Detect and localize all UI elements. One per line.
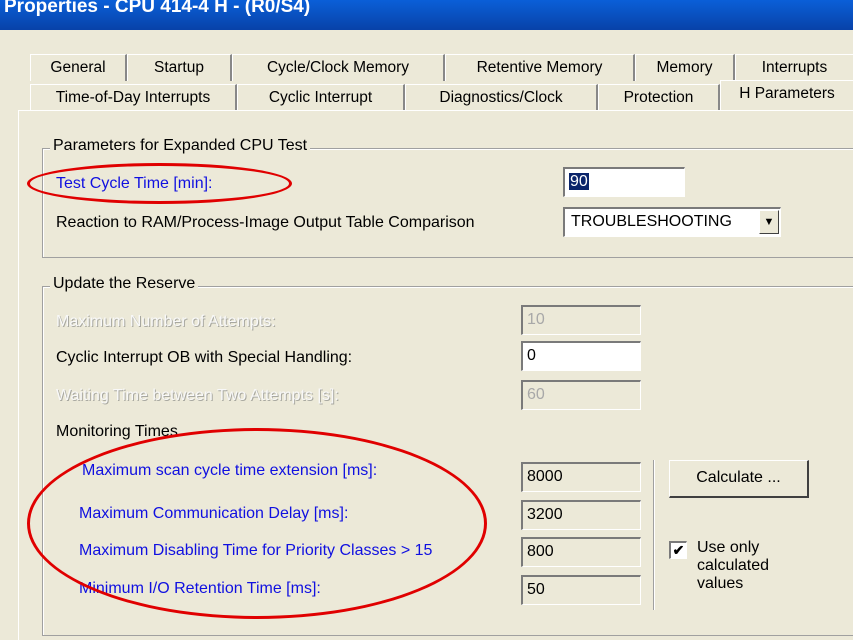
test-cycle-time-input[interactable]: 90	[563, 167, 685, 197]
comm-delay-label: Maximum Communication Delay [ms]:	[79, 505, 349, 522]
title-bar: Properties - CPU 414-4 H - (R0/S4)	[0, 0, 853, 30]
reaction-select-value: TROUBLESHOOTING	[571, 213, 732, 230]
tab-general[interactable]: General	[30, 54, 127, 81]
monitoring-times-label: Monitoring Times	[56, 423, 178, 440]
disabling-time-label: Maximum Disabling Time for Priority Clas…	[79, 542, 433, 559]
cyclic-ob-input[interactable]: 0	[521, 341, 641, 371]
reaction-select[interactable]: TROUBLESHOOTING ▼	[563, 207, 781, 237]
scan-extension-label: Maximum scan cycle time extension [ms]:	[82, 462, 378, 479]
io-retention-value: 50	[527, 581, 545, 598]
chevron-down-icon[interactable]: ▼	[759, 210, 779, 234]
max-attempts-value: 10	[527, 311, 545, 328]
comm-delay-field: 3200	[521, 500, 641, 530]
disabling-time-field: 800	[521, 537, 641, 567]
tab-startup[interactable]: Startup	[127, 54, 232, 81]
tab-memory[interactable]: Memory	[635, 54, 735, 81]
calculate-button[interactable]: Calculate ...	[669, 460, 809, 498]
cpu-test-legend: Parameters for Expanded CPU Test	[50, 137, 311, 155]
tab-diagnostics-clock[interactable]: Diagnostics/Clock	[405, 84, 598, 111]
tab-cyclic-interrupt[interactable]: Cyclic Interrupt	[237, 84, 405, 111]
io-retention-field: 50	[521, 575, 641, 605]
tab-interrupts[interactable]: Interrupts	[735, 54, 853, 81]
vertical-separator	[653, 460, 655, 610]
scan-extension-value: 8000	[527, 468, 563, 485]
reaction-label: Reaction to RAM/Process-Image Output Tab…	[56, 214, 475, 231]
cyclic-ob-label: Cyclic Interrupt OB with Special Handlin…	[56, 349, 353, 366]
window-title: Properties - CPU 414-4 H - (R0/S4)	[4, 0, 311, 17]
scan-extension-field: 8000	[521, 462, 641, 492]
tab-cycle-clock-memory[interactable]: Cycle/Clock Memory	[232, 54, 445, 81]
wait-time-label: Waiting Time between Two Attempts [s]:	[56, 387, 339, 404]
test-cycle-time-value: 90	[569, 173, 589, 190]
use-calculated-label: Use only calculated values	[697, 539, 770, 592]
comm-delay-value: 3200	[527, 506, 563, 523]
cyclic-ob-value: 0	[527, 347, 536, 364]
tab-h-parameters[interactable]: H Parameters	[720, 80, 853, 111]
wait-time-value: 60	[527, 386, 545, 403]
max-attempts-input: 10	[521, 305, 641, 335]
tab-time-of-day-interrupts[interactable]: Time-of-Day Interrupts	[30, 84, 237, 111]
io-retention-label: Minimum I/O Retention Time [ms]:	[79, 580, 321, 597]
tab-protection[interactable]: Protection	[598, 84, 720, 111]
use-calculated-checkbox[interactable]: ✔	[669, 541, 687, 559]
wait-time-input: 60	[521, 380, 641, 410]
test-cycle-time-label: Test Cycle Time [min]:	[56, 175, 213, 192]
reserve-legend: Update the Reserve	[50, 275, 199, 293]
cpu-test-group	[42, 148, 853, 258]
disabling-time-value: 800	[527, 543, 554, 560]
max-attempts-label: Maximum Number of Attempts:	[56, 313, 276, 330]
tab-retentive-memory[interactable]: Retentive Memory	[445, 54, 635, 81]
